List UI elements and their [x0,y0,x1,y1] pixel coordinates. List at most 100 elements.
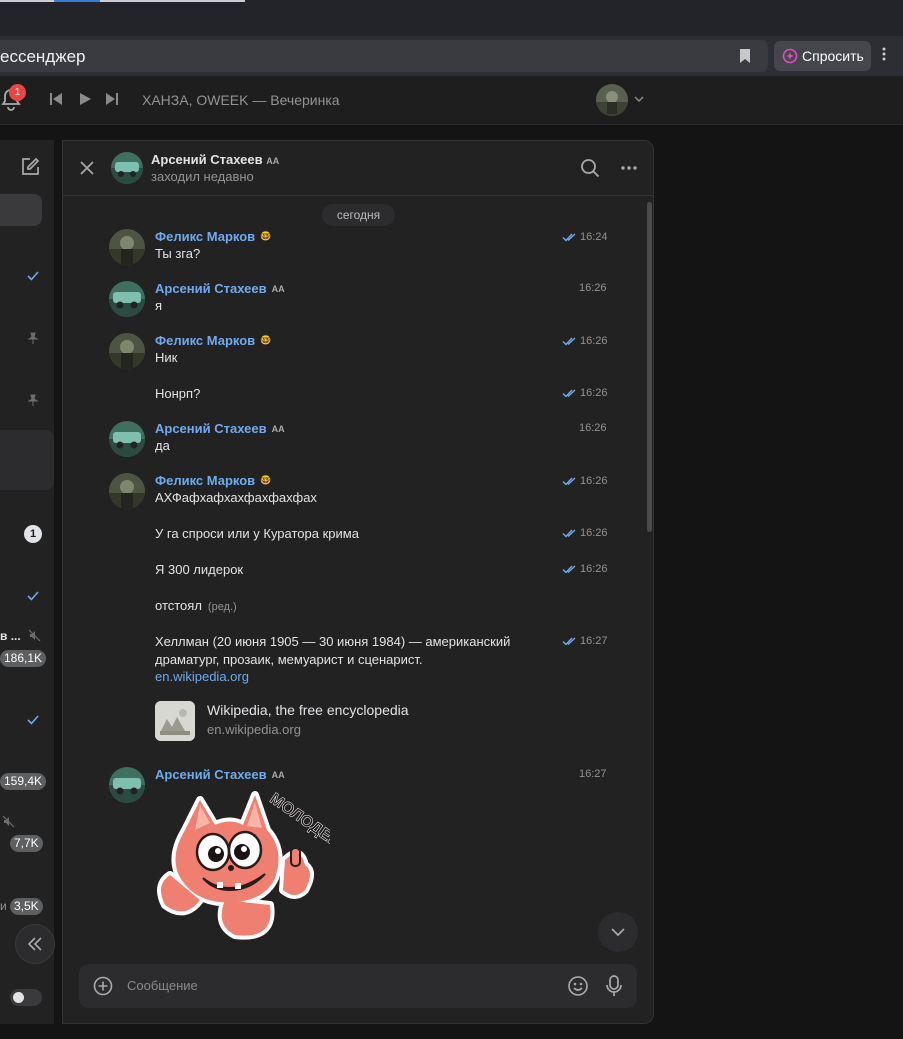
mute-icon [2,815,15,828]
unread-count: 186,1K [0,650,47,667]
message-text: Хеллман (20 июня 1905 — 30 июня 1984) — … [155,634,511,667]
dialog-item-selected[interactable] [0,430,54,490]
dialog-name-fragment: в ... [0,629,21,643]
message-author[interactable]: Феликс Марков 🤓 [155,473,271,488]
chat-header [62,140,654,196]
fox-sticker[interactable]: МОЛОДЕЦ [155,790,330,945]
ask-button[interactable]: Спросить [774,41,871,71]
time-text: 16:26 [580,527,608,539]
message-author[interactable]: Феликс Марков 🤓 [155,333,271,348]
attach-plus-icon[interactable] [93,976,113,996]
user-badge: AA [271,423,285,434]
message-time: 16:27 [579,768,607,780]
notification-badge: 1 [9,84,26,101]
app-top-bar [0,76,903,125]
time-text: 16:27 [580,635,608,647]
unread-count: 159,4K [0,773,47,790]
message-input[interactable] [127,978,527,993]
avatar[interactable] [109,767,145,803]
chevron-down-icon [611,928,625,936]
message-time: 16:27 [562,635,608,647]
message-author[interactable]: Арсений Стахеев AA [155,767,285,782]
scroll-down-button[interactable] [598,912,638,952]
user-badge: AA [266,156,280,166]
search-icon[interactable] [580,158,600,178]
bookmark-icon[interactable] [738,48,752,64]
message-link[interactable]: en.wikipedia.org [155,669,249,684]
collapse-sidebar-button[interactable] [15,924,55,964]
profile-avatar[interactable] [596,84,628,116]
read-check-icon [27,271,39,281]
pin-icon [27,332,39,345]
pin-icon [27,394,39,407]
address-bar[interactable] [0,40,768,72]
message-text: У га спроси или у Куратора крима [155,526,359,541]
author-name: Арсений Стахеев [155,281,267,296]
user-badge: AA [271,769,285,780]
time-text: 16:26 [580,387,608,399]
microphone-icon[interactable] [604,974,624,998]
dialog-text-fragment: и [0,899,7,913]
message-text: Нонрп? [155,386,201,401]
chat-window [62,140,654,1024]
message-time: 16:26 [562,475,608,487]
message-time: 16:26 [562,387,608,399]
author-name: Феликс Марков [155,333,256,348]
message-time: 16:26 [579,282,607,294]
message-author[interactable]: Арсений Стахеев AA [155,281,285,296]
mute-icon [28,629,41,642]
double-check-icon [562,388,577,398]
track-title[interactable]: ХАНЗА, OWEEK — Вечеринка [142,92,340,108]
time-text: 16:24 [580,231,608,243]
chevron-down-icon[interactable] [634,96,644,102]
double-check-icon [562,636,577,646]
browser-tab-strip [0,0,903,36]
sparkle-icon [782,48,798,64]
user-badge: AA [271,283,285,294]
emoji-icon[interactable] [567,975,589,997]
avatar[interactable] [109,281,145,317]
play-icon[interactable] [78,92,92,106]
user-badge: 🤓 [260,335,272,345]
next-icon[interactable] [105,92,119,106]
previous-icon[interactable] [49,92,63,106]
edited-label: (ред.) [207,601,237,613]
message-author[interactable]: Феликс Марков 🤓 [155,229,271,244]
chat-title-text: Арсений Стахеев [151,152,263,167]
link-preview-domain: en.wikipedia.org [207,722,301,737]
author-name: Феликс Марков [155,473,256,488]
address-text[interactable]: ессенджер [0,47,86,67]
message-text-edited: отстоял (ред.) [155,598,237,613]
compose-icon[interactable] [20,157,40,177]
double-chevron-left-icon [27,937,43,951]
chat-scrollbar[interactable] [647,202,652,532]
avatar[interactable] [109,473,145,509]
author-name: Арсений Стахеев [155,421,267,436]
link-preview-thumbnail[interactable] [155,701,195,741]
link-preview-title[interactable]: Wikipedia, the free encyclopedia [207,702,409,718]
double-check-icon [562,336,577,346]
unread-count: 3,5K [10,898,43,915]
message-author[interactable]: Арсений Стахеев AA [155,421,285,436]
message-time: 16:24 [562,231,608,243]
double-check-icon [562,564,577,574]
avatar[interactable] [109,421,145,457]
dialog-search-input[interactable] [0,194,42,226]
avatar[interactable] [109,333,145,369]
tab-accent-indicator [54,0,100,2]
theme-toggle[interactable] [10,989,42,1006]
more-vertical-icon[interactable] [882,46,886,62]
message-time: 16:26 [562,563,608,575]
date-separator: сегодня [322,204,395,226]
avatar[interactable] [111,152,143,184]
message-text: Я 300 лидерок [155,562,244,577]
avatar[interactable] [109,229,145,265]
close-icon[interactable] [78,159,96,177]
double-check-icon [562,232,577,242]
chat-title: Арсений Стахеев AA [151,152,279,167]
double-check-icon [562,528,577,538]
read-check-icon [27,715,39,725]
more-horizontal-icon[interactable] [620,160,638,176]
message-time: 16:26 [562,527,608,539]
time-text: 16:26 [580,335,608,347]
